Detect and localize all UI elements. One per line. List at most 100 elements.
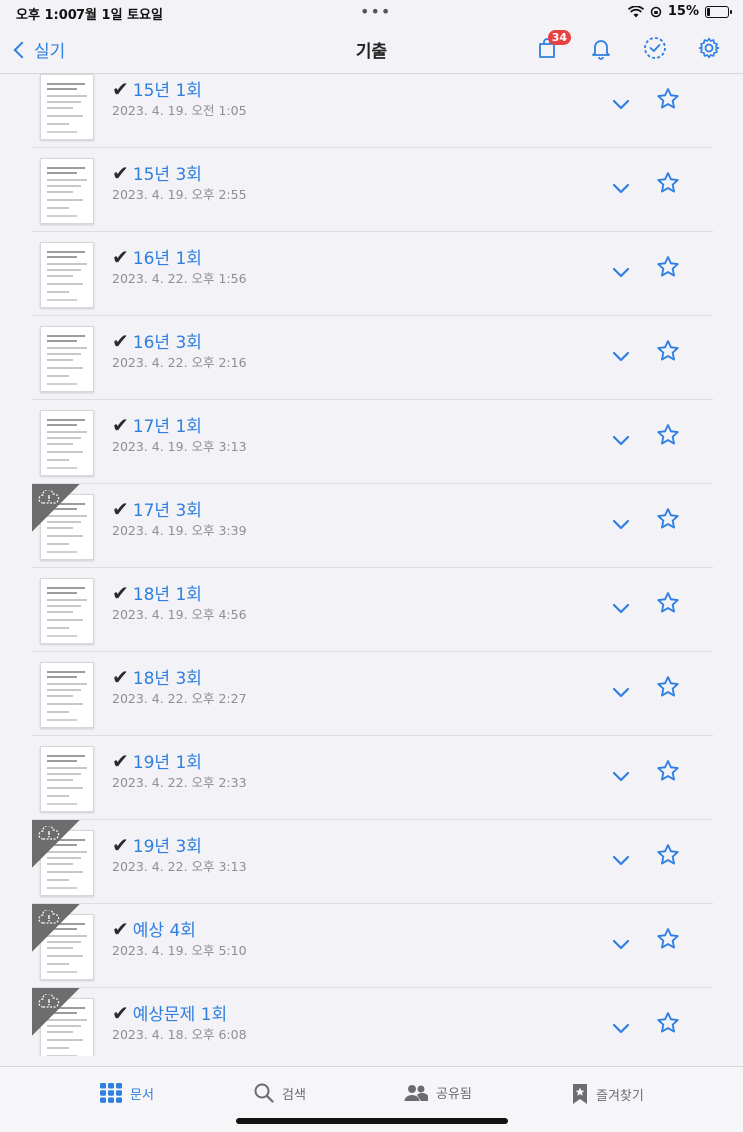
- star-icon: [657, 760, 679, 781]
- cloud-status-tag: [32, 988, 80, 1036]
- document-thumbnail[interactable]: [40, 662, 94, 728]
- document-title[interactable]: 예상 4회: [133, 916, 196, 941]
- expand-button[interactable]: [609, 512, 633, 536]
- chevron-down-icon: [612, 435, 630, 446]
- document-row-content: ✔ 18년 3회 2023. 4. 22. 오후 2:27: [32, 652, 713, 736]
- document-row[interactable]: ✔ 예상문제 1회 2023. 4. 18. 오후 6:08: [0, 988, 743, 1056]
- favorite-button[interactable]: [655, 1010, 681, 1036]
- shopping-bag-button[interactable]: 34: [535, 30, 571, 62]
- document-row[interactable]: ✔ 15년 1회 2023. 4. 19. 오전 1:05: [0, 64, 743, 148]
- document-title-line: ✔ 18년 3회: [112, 664, 202, 690]
- expand-button[interactable]: [609, 932, 633, 956]
- document-thumbnail[interactable]: [40, 578, 94, 644]
- document-title[interactable]: 16년 3회: [133, 328, 202, 353]
- document-row[interactable]: ✔ 예상 4회 2023. 4. 19. 오후 5:10: [0, 904, 743, 988]
- search-icon: [254, 1083, 274, 1103]
- expand-button[interactable]: [609, 92, 633, 116]
- checkmark-icon: ✔: [112, 76, 129, 101]
- document-title-line: ✔ 18년 1회: [112, 580, 202, 606]
- document-title[interactable]: 17년 3회: [133, 496, 202, 521]
- document-row-content: ✔ 15년 1회 2023. 4. 19. 오전 1:05: [32, 64, 713, 148]
- favorite-button[interactable]: [655, 758, 681, 784]
- document-thumbnail[interactable]: [40, 242, 94, 308]
- notifications-button[interactable]: [589, 36, 615, 62]
- document-row[interactable]: ✔ 19년 3회 2023. 4. 22. 오후 3:13: [0, 820, 743, 904]
- document-thumbnail[interactable]: [40, 326, 94, 392]
- favorite-button[interactable]: [655, 170, 681, 196]
- people-icon: [404, 1084, 428, 1101]
- bell-icon: [592, 40, 610, 60]
- document-thumbnail[interactable]: [40, 158, 94, 224]
- expand-button[interactable]: [609, 764, 633, 788]
- cloud-status-tag: [32, 904, 80, 952]
- multitasking-dots[interactable]: •••: [360, 2, 391, 21]
- favorite-button[interactable]: [655, 422, 681, 448]
- expand-button[interactable]: [609, 848, 633, 872]
- favorite-button[interactable]: [655, 842, 681, 868]
- star-icon: [657, 88, 679, 109]
- tab-label: 문서: [130, 1087, 154, 1103]
- document-row-content: ✔ 19년 1회 2023. 4. 22. 오후 2:33: [32, 736, 713, 820]
- favorite-button[interactable]: [655, 926, 681, 952]
- expand-button[interactable]: [609, 176, 633, 200]
- document-date: 2023. 4. 19. 오후 4:56: [112, 607, 247, 622]
- document-title[interactable]: 17년 1회: [133, 412, 202, 437]
- tab-documents[interactable]: 문서: [100, 1083, 154, 1103]
- expand-button[interactable]: [609, 680, 633, 704]
- checkmark-icon: ✔: [112, 748, 129, 773]
- document-row[interactable]: ✔ 17년 3회 2023. 4. 19. 오후 3:39: [0, 484, 743, 568]
- status-date: 7월 1일 토요일: [76, 8, 163, 23]
- document-row[interactable]: ✔ 18년 3회 2023. 4. 22. 오후 2:27: [0, 652, 743, 736]
- document-date: 2023. 4. 22. 오후 2:33: [112, 775, 247, 790]
- document-title-line: ✔ 16년 1회: [112, 244, 202, 270]
- document-title[interactable]: 15년 3회: [133, 160, 202, 185]
- document-title-line: ✔ 19년 1회: [112, 748, 202, 774]
- favorite-button[interactable]: [655, 506, 681, 532]
- document-row[interactable]: ✔ 18년 1회 2023. 4. 19. 오후 4:56: [0, 568, 743, 652]
- document-date: 2023. 4. 22. 오후 2:27: [112, 691, 247, 706]
- document-row-content: ✔ 예상문제 1회 2023. 4. 18. 오후 6:08: [32, 988, 713, 1056]
- checkmark-icon: ✔: [112, 244, 129, 269]
- document-thumbnail[interactable]: [40, 746, 94, 812]
- document-row-content: ✔ 16년 1회 2023. 4. 22. 오후 1:56: [32, 232, 713, 316]
- document-title[interactable]: 15년 1회: [133, 76, 202, 101]
- document-title[interactable]: 19년 3회: [133, 832, 202, 857]
- expand-button[interactable]: [609, 596, 633, 620]
- document-row[interactable]: ✔ 16년 3회 2023. 4. 22. 오후 2:16: [0, 316, 743, 400]
- select-button[interactable]: [643, 36, 669, 62]
- document-row[interactable]: ✔ 16년 1회 2023. 4. 22. 오후 1:56: [0, 232, 743, 316]
- document-row[interactable]: ✔ 19년 1회 2023. 4. 22. 오후 2:33: [0, 736, 743, 820]
- checkmark-icon: ✔: [112, 496, 129, 521]
- document-row-content: ✔ 18년 1회 2023. 4. 19. 오후 4:56: [32, 568, 713, 652]
- document-title[interactable]: 18년 1회: [133, 580, 202, 605]
- favorite-button[interactable]: [655, 674, 681, 700]
- settings-button[interactable]: [697, 36, 723, 62]
- tab-shared[interactable]: 공유됨: [404, 1083, 472, 1102]
- star-icon: [657, 928, 679, 949]
- expand-button[interactable]: [609, 344, 633, 368]
- chevron-down-icon: [612, 771, 630, 782]
- document-date: 2023. 4. 22. 오후 1:56: [112, 271, 247, 286]
- expand-button[interactable]: [609, 1016, 633, 1040]
- chevron-down-icon: [612, 603, 630, 614]
- favorite-button[interactable]: [655, 590, 681, 616]
- document-title[interactable]: 19년 1회: [133, 748, 202, 773]
- expand-button[interactable]: [609, 260, 633, 284]
- document-row[interactable]: ✔ 15년 3회 2023. 4. 19. 오후 2:55: [0, 148, 743, 232]
- star-icon: [657, 676, 679, 697]
- document-title[interactable]: 예상문제 1회: [133, 1000, 227, 1025]
- document-title[interactable]: 18년 3회: [133, 664, 202, 689]
- expand-button[interactable]: [609, 428, 633, 452]
- document-title-line: ✔ 15년 1회: [112, 76, 202, 102]
- favorite-button[interactable]: [655, 86, 681, 112]
- tab-favorites[interactable]: 즐겨찾기: [572, 1083, 644, 1105]
- document-thumbnail[interactable]: [40, 410, 94, 476]
- document-title[interactable]: 16년 1회: [133, 244, 202, 269]
- cloud-alert-icon: [38, 910, 60, 924]
- tab-search[interactable]: 검색: [254, 1083, 306, 1103]
- document-row[interactable]: ✔ 17년 1회 2023. 4. 19. 오후 3:13: [0, 400, 743, 484]
- favorite-button[interactable]: [655, 254, 681, 280]
- favorite-button[interactable]: [655, 338, 681, 364]
- battery-percent: 15%: [667, 4, 699, 19]
- document-thumbnail[interactable]: [40, 74, 94, 140]
